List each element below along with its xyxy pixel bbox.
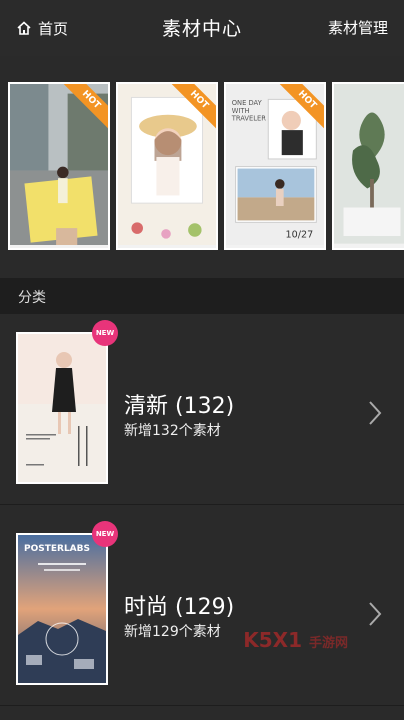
featured-card-1[interactable]: HOT: [8, 82, 110, 250]
category-thumbnail: POSTERLABS: [16, 533, 108, 685]
featured-carousel[interactable]: HOT HOT ONE DAY WITH TRAVELER 10/27 HOT: [0, 72, 404, 260]
featured-image-4: [334, 84, 404, 244]
category-thumbnail: [16, 332, 108, 484]
manage-button[interactable]: 素材管理: [328, 17, 388, 38]
category-name: 时尚 (129): [124, 595, 235, 620]
new-badge: NEW: [92, 521, 118, 547]
category-row-qingxin[interactable]: NEW 清新 (132) 新增132个素材: [0, 314, 404, 505]
category-count: 新增132个素材: [124, 423, 221, 439]
category-count: 新增129个素材: [124, 624, 221, 640]
featured-card-4[interactable]: [332, 82, 404, 250]
watermark: K5X1 手游网: [243, 628, 348, 652]
qingxin-thumb-image: [18, 334, 106, 482]
chevron-right-icon: [369, 602, 382, 626]
new-badge: NEW: [92, 320, 118, 346]
top-bar: 首页 素材中心 素材管理: [0, 0, 404, 56]
chevron-right-icon: [369, 401, 382, 425]
featured-card-2[interactable]: HOT: [116, 82, 218, 250]
watermark-sub: 手游网: [308, 636, 348, 651]
watermark-main: K5X1: [243, 628, 303, 652]
category-row-shishang[interactable]: POSTERLABS NEW 时尚 (129) 新增129个素材: [0, 515, 404, 706]
card3-date: 10/27: [286, 230, 314, 241]
poster-title: POSTERLABS: [24, 544, 90, 554]
shishang-thumb-image: POSTERLABS: [18, 535, 106, 683]
card3-text-3: TRAVELER: [231, 115, 266, 123]
section-label: 分类: [18, 290, 46, 306]
category-section-header: 分类: [0, 278, 404, 314]
category-name: 清新 (132): [124, 394, 235, 419]
featured-card-3[interactable]: ONE DAY WITH TRAVELER 10/27 HOT: [224, 82, 326, 250]
